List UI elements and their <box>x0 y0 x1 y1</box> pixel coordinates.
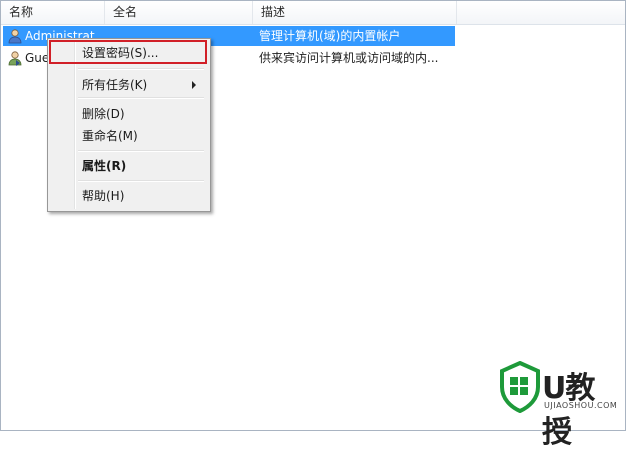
user-description: 供来宾访问计算机或访问域的内... <box>259 51 439 65</box>
user-description: 管理计算机(域)的内置帐户 <box>259 29 401 43</box>
menu-item-delete[interactable]: 删除(D) <box>50 103 206 125</box>
column-header-full-name[interactable]: 全名 <box>105 1 253 24</box>
guest-user-icon <box>8 51 22 66</box>
menu-item-help[interactable]: 帮助(H) <box>50 185 206 207</box>
user-icon <box>8 29 22 44</box>
context-menu: 设置密码(S)... 所有任务(K) 删除(D) 重命名(M) 属性(R) 帮助… <box>47 38 211 212</box>
watermark-logo: U教授 UJIAOSHOU.COM <box>498 361 618 450</box>
menu-item-all-tasks[interactable]: 所有任务(K) <box>50 74 206 96</box>
menu-separator <box>78 68 204 70</box>
menu-item-properties[interactable]: 属性(R) <box>50 155 206 177</box>
menu-separator <box>78 150 204 152</box>
menu-item-label: 所有任务(K) <box>82 78 148 92</box>
menu-separator <box>78 180 204 182</box>
column-header-name[interactable]: 名称 <box>1 1 105 24</box>
highlight-box <box>49 40 207 64</box>
column-header-description[interactable]: 描述 <box>253 1 457 24</box>
shield-logo-icon <box>500 361 540 413</box>
menu-item-rename[interactable]: 重命名(M) <box>50 125 206 147</box>
column-header: 名称 全名 描述 <box>1 1 625 25</box>
submenu-arrow-icon <box>192 81 196 89</box>
menu-separator <box>78 97 204 99</box>
watermark-subtitle: UJIAOSHOU.COM <box>544 401 618 410</box>
column-header-filler <box>457 1 625 24</box>
